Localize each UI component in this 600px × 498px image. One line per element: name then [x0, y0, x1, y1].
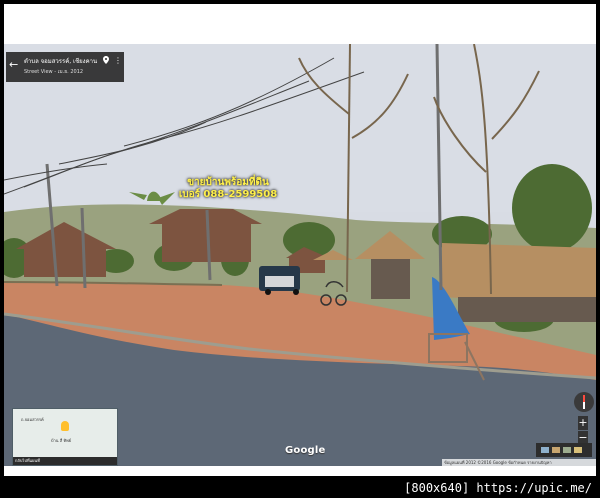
location-title: ตำบล จอมสวรรค์, เชียงคาน [24, 58, 98, 65]
google-logo: Google [285, 445, 326, 456]
copyright-bar[interactable]: ข้อมูลแผนที่ 2012 ©2016 Google ข้อกำหนด … [442, 459, 596, 466]
thumbnail-3[interactable] [563, 447, 571, 453]
zoom-in-icon[interactable]: + [578, 416, 588, 430]
imagery-thumbnail-strip[interactable] [536, 443, 592, 457]
thumbnail-1[interactable] [541, 447, 549, 453]
compass-north-needle [583, 395, 585, 402]
panorama-scene [4, 44, 596, 466]
overlay-line-1: ขายบ้านพร้อมที่ดิน [187, 177, 269, 188]
minimap[interactable]: ถ.จอมสวรรค์ บ้าน สี่ ทิพย์ กลับไปที่แผนท… [12, 408, 118, 466]
back-arrow-icon[interactable]: ← [9, 59, 18, 71]
back-to-map-link[interactable]: กลับไปที่แผนที่ [13, 457, 117, 465]
street-view-panorama[interactable]: ← ตำบล จอมสวรรค์, เชียงคาน Street View -… [4, 44, 596, 466]
street-view-date: Street View - เม.ย. 2012 [24, 69, 84, 75]
minimap-map[interactable]: ถ.จอมสวรรค์ บ้าน สี่ ทิพย์ [13, 409, 117, 457]
thumbnail-4[interactable] [574, 447, 582, 453]
compass-south-needle [583, 402, 585, 409]
street-view-canvas: ← ตำบล จอมสวรรค์, เชียงคาน Street View -… [4, 4, 596, 476]
screenshot-frame: ← ตำบล จอมสวรรค์, เชียงคาน Street View -… [0, 0, 600, 498]
upic-watermark: [800x640] https://upic.me/ [404, 481, 592, 495]
location-info-card[interactable]: ← ตำบล จอมสวรรค์, เชียงคาน Street View -… [6, 52, 124, 82]
property-sale-overlay: ขายบ้านพร้อมที่ดิน เบอร์ 088-2599508 [178, 177, 278, 201]
minimap-road-label: ถ.จอมสวรรค์ [21, 417, 44, 422]
map-pin-icon[interactable] [103, 56, 109, 64]
pegman-icon[interactable] [61, 421, 69, 431]
thumbnail-2[interactable] [552, 447, 560, 453]
compass-icon[interactable] [574, 392, 594, 412]
more-vert-icon[interactable]: ⋮ [114, 56, 122, 65]
minimap-place-label: บ้าน สี่ ทิพย์ [51, 438, 72, 443]
overlay-line-2: เบอร์ 088-2599508 [178, 189, 278, 200]
